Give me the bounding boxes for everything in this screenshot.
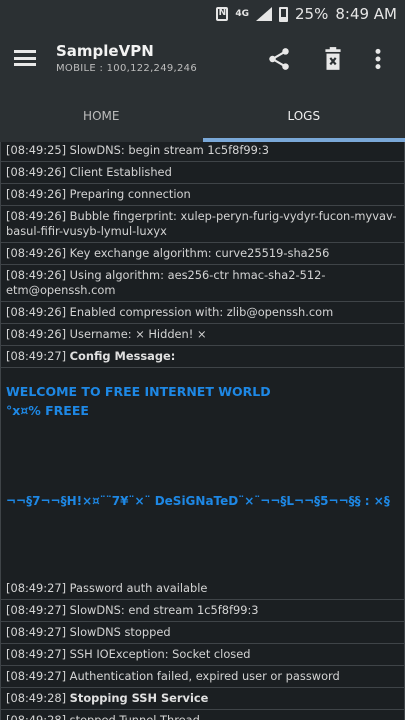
- log-row: [08:49:27] SlowDNS: end stream 1c5f8f99:…: [0, 600, 405, 622]
- more-vert-icon[interactable]: [372, 46, 384, 72]
- battery-percent: 25%: [295, 5, 329, 23]
- network-type-icon: 4G: [235, 8, 249, 19]
- config-message-line: WELCOME TO FREE INTERNET WORLD: [6, 384, 271, 399]
- log-message: SSH IOException: Socket closed: [69, 647, 251, 661]
- log-message: SlowDNS stopped: [69, 625, 171, 639]
- log-message: Stopping SSH Service: [69, 691, 209, 705]
- menu-icon[interactable]: [14, 50, 36, 66]
- log-row: [08:49:26] Client Established: [0, 162, 405, 184]
- log-message: Key exchange algorithm: curve25519-sha25…: [69, 246, 330, 260]
- log-time: [08:49:26]: [6, 268, 67, 282]
- log-row: [08:49:27] SlowDNS stopped: [0, 622, 405, 644]
- log-row: [08:49:27] Password auth available: [0, 578, 405, 600]
- log-message: Enabled compression with: zlib@openssh.c…: [69, 305, 334, 319]
- config-message: WELCOME TO FREE INTERNET WORLD °x¤% FREE…: [0, 368, 405, 578]
- log-time: [08:49:27]: [6, 647, 67, 661]
- log-row: [08:49:26] Key exchange algorithm: curve…: [0, 243, 405, 265]
- log-time: [08:49:27]: [6, 625, 67, 639]
- log-time: [08:49:26]: [6, 305, 67, 319]
- status-bar: N 4G 25% 8:49 AM: [0, 0, 405, 28]
- signal-icon: [256, 7, 272, 21]
- config-message-line: °x¤% FREEE: [6, 403, 89, 418]
- log-time: [08:49:26]: [6, 327, 67, 341]
- log-time: [08:49:27]: [6, 349, 67, 363]
- log-list[interactable]: [08:49:25] SlowDNS: begin stream 1c5f8f9…: [0, 142, 405, 720]
- share-icon[interactable]: [266, 46, 292, 72]
- log-message: Client Established: [69, 165, 172, 179]
- app-title: SampleVPN: [56, 42, 154, 60]
- log-row: [08:49:27] SSH IOException: Socket close…: [0, 644, 405, 666]
- battery-icon: [279, 6, 288, 22]
- nfc-icon: N: [216, 7, 229, 21]
- log-row: [08:49:27] Authentication failed, expire…: [0, 666, 405, 688]
- log-row: [08:49:26] Preparing connection: [0, 184, 405, 206]
- log-message: Authentication failed, expired user or p…: [69, 669, 340, 683]
- log-time: [08:49:27]: [6, 581, 67, 595]
- log-time: [08:49:25]: [6, 143, 67, 157]
- app-bar: SampleVPN MOBILE : 100,122,249,246: [0, 28, 405, 90]
- log-message: SlowDNS: begin stream 1c5f8f99:3: [69, 143, 269, 157]
- log-row: [08:49:26] Using algorithm: aes256-ctr h…: [0, 265, 405, 302]
- log-row: [08:49:26] Enabled compression with: zli…: [0, 302, 405, 324]
- log-row: [08:49:28] Stopping SSH Service: [0, 688, 405, 710]
- log-message: Password auth available: [69, 581, 208, 595]
- log-time: [08:49:26]: [6, 187, 67, 201]
- log-time: [08:49:27]: [6, 669, 67, 683]
- log-row: [08:49:25] SlowDNS: begin stream 1c5f8f9…: [0, 142, 405, 162]
- log-row: [08:49:27] Config Message:: [0, 346, 405, 368]
- log-message: SlowDNS: end stream 1c5f8f99:3: [69, 603, 259, 617]
- log-time: [08:49:26]: [6, 209, 67, 223]
- log-message: Username: × Hidden! ×: [69, 327, 207, 341]
- log-row: [08:49:26] Bubble fingerprint: xulep-per…: [0, 206, 405, 243]
- tab-home[interactable]: HOME: [0, 90, 203, 142]
- log-time: [08:49:28]: [6, 713, 67, 720]
- tab-logs[interactable]: LOGS: [202, 90, 405, 142]
- log-message: Config Message:: [69, 349, 176, 363]
- log-message: Preparing connection: [69, 187, 191, 201]
- status-time: 8:49 AM: [335, 5, 397, 23]
- log-row: [08:49:28] stopped Tunnel Thread: [0, 710, 405, 720]
- log-time: [08:49:28]: [6, 691, 67, 705]
- tab-bar: HOME LOGS: [0, 90, 405, 142]
- delete-icon[interactable]: [320, 46, 346, 72]
- log-time: [08:49:26]: [6, 246, 67, 260]
- log-time: [08:49:27]: [6, 603, 67, 617]
- log-message: stopped Tunnel Thread: [69, 713, 200, 720]
- log-time: [08:49:26]: [6, 165, 67, 179]
- config-message-line: ¬¬§7¬¬§H!×¤¨¨7¥¨×¨ DeSiGNaTeD¨×¨¬¬§L¬¬§5…: [6, 494, 390, 508]
- log-row: [08:49:26] Username: × Hidden! ×: [0, 324, 405, 346]
- app-subtitle: MOBILE : 100,122,249,246: [56, 63, 198, 74]
